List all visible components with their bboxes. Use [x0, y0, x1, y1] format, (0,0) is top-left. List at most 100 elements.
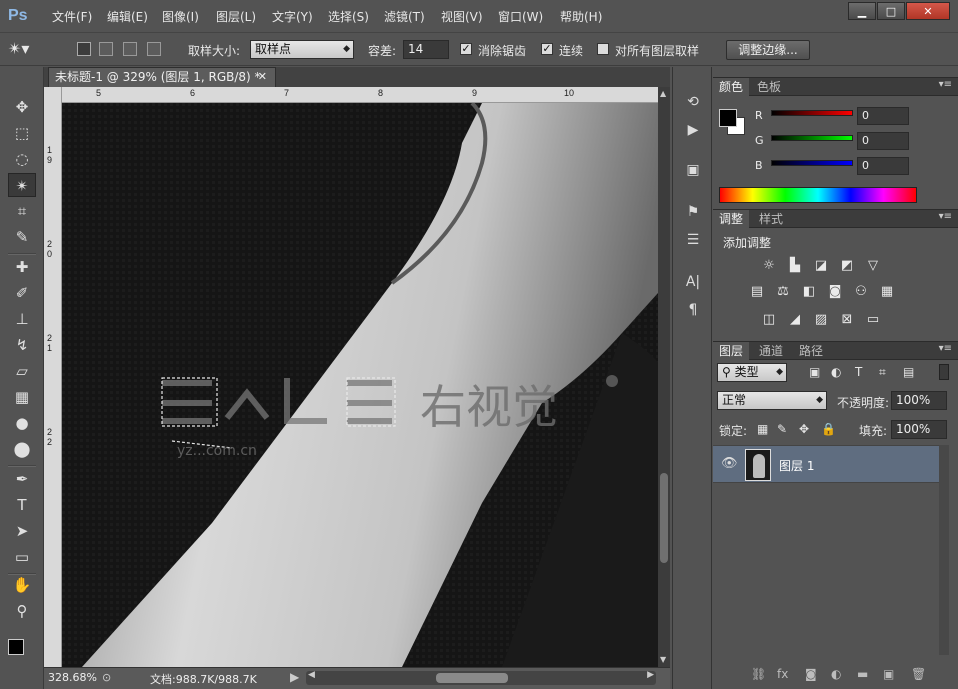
move-tool-icon[interactable]: ✥	[8, 95, 36, 119]
magic-wand-tool-icon[interactable]: ✴	[8, 173, 36, 197]
status-info-icon[interactable]: ⊙	[102, 671, 111, 684]
channel-b-slider[interactable]	[771, 160, 853, 166]
history-brush-tool-icon[interactable]: ↯	[8, 333, 36, 357]
menu-edit[interactable]: 编辑(E)	[107, 8, 148, 25]
gradient-map-icon[interactable]: ▭	[863, 311, 883, 329]
actions-panel-icon[interactable]: ▶	[681, 119, 705, 141]
new-group-icon[interactable]: ▬	[857, 667, 868, 681]
filter-shape-icon[interactable]: ⌗	[879, 365, 886, 380]
minimize-button[interactable]: ▁	[848, 2, 876, 20]
subtract-selection-icon[interactable]	[123, 42, 137, 56]
intersect-selection-icon[interactable]	[147, 42, 161, 56]
properties-panel-icon[interactable]: ▣	[681, 159, 705, 181]
delete-layer-icon[interactable]: 🗑	[911, 667, 926, 681]
menu-file[interactable]: 文件(F)	[52, 8, 92, 25]
brush-settings-icon[interactable]: ☰	[681, 229, 705, 251]
eraser-tool-icon[interactable]: ▱	[8, 359, 36, 383]
panel-menu-icon[interactable]: ▾≡	[939, 343, 952, 354]
new-layer-icon[interactable]: ▣	[883, 667, 894, 681]
menu-type[interactable]: 文字(Y)	[272, 8, 313, 25]
opacity-input[interactable]: 100%	[891, 391, 947, 410]
lock-pixels-icon[interactable]: ✎	[777, 422, 787, 436]
scroll-left-icon[interactable]: ◀	[308, 670, 315, 680]
curves-icon[interactable]: ◪	[811, 257, 831, 275]
contiguous-checkbox[interactable]: ✓	[541, 43, 553, 55]
healing-brush-tool-icon[interactable]: ✚	[8, 255, 36, 279]
color-balance-icon[interactable]: ⚖	[773, 283, 793, 301]
status-menu-icon[interactable]: ▶	[290, 670, 299, 684]
new-selection-icon[interactable]	[77, 42, 91, 56]
layers-scrollbar[interactable]	[939, 445, 949, 655]
zoom-level[interactable]: 328.68%	[48, 671, 97, 684]
posterize-icon[interactable]: ◢	[785, 311, 805, 329]
blend-mode-select[interactable]: 正常 ◆	[717, 391, 827, 410]
channel-mixer-icon[interactable]: ⚇	[851, 283, 871, 301]
zoom-tool-icon[interactable]: ⚲	[8, 599, 36, 623]
paragraph-panel-icon[interactable]: ¶	[681, 299, 705, 321]
gradient-tool-icon[interactable]: ▦	[8, 385, 36, 409]
sample-size-select[interactable]: 取样点 ◆	[250, 40, 354, 59]
channel-r-input[interactable]: 0	[857, 107, 909, 125]
dodge-tool-icon[interactable]: ⬤	[8, 437, 36, 461]
eyedropper-tool-icon[interactable]: ✎	[8, 225, 36, 249]
menu-window[interactable]: 窗口(W)	[498, 8, 543, 25]
blur-tool-icon[interactable]: ●	[8, 411, 36, 435]
filter-smart-icon[interactable]: ▤	[903, 365, 914, 379]
history-panel-icon[interactable]: ⟲	[681, 91, 705, 113]
vibrance-icon[interactable]: ▽	[863, 257, 883, 275]
layer-filter-select[interactable]: ⚲ 类型 ◆	[717, 363, 787, 382]
marquee-tool-icon[interactable]: ⬚	[8, 121, 36, 145]
menu-filter[interactable]: 滤镜(T)	[384, 8, 425, 25]
document-tab[interactable]: 未标题-1 @ 329% (图层 1, RGB/8) * ✕	[48, 67, 276, 87]
type-tool-icon[interactable]: T	[8, 493, 36, 517]
vertical-scroll-thumb[interactable]	[660, 473, 668, 563]
magic-wand-preset-icon[interactable]: ✴▾	[8, 39, 29, 58]
color-foreground-swatch[interactable]	[719, 109, 737, 127]
filter-toggle[interactable]	[939, 364, 949, 380]
fill-input[interactable]: 100%	[891, 420, 947, 439]
clone-stamp-tool-icon[interactable]: ⊥	[8, 307, 36, 331]
adjustment-layer-icon[interactable]: ◐	[831, 667, 841, 681]
brush-tool-icon[interactable]: ✐	[8, 281, 36, 305]
invert-icon[interactable]: ◫	[759, 311, 779, 329]
menu-help[interactable]: 帮助(H)	[560, 8, 602, 25]
close-button[interactable]: ✕	[906, 2, 950, 20]
lock-transparency-icon[interactable]: ▦	[757, 422, 768, 436]
lock-all-icon[interactable]: 🔒	[821, 422, 836, 436]
add-selection-icon[interactable]	[99, 42, 113, 56]
horizontal-scrollbar[interactable]: ◀ ▶	[306, 670, 656, 685]
hue-saturation-icon[interactable]: ▤	[747, 283, 767, 301]
hand-tool-icon[interactable]: ✋	[8, 573, 36, 597]
menu-view[interactable]: 视图(V)	[441, 8, 483, 25]
exposure-icon[interactable]: ◩	[837, 257, 857, 275]
vertical-scrollbar[interactable]: ▲ ▼	[658, 87, 670, 667]
close-tab-icon[interactable]: ✕	[258, 68, 267, 86]
visibility-eye-icon[interactable]: 👁	[721, 456, 738, 471]
filter-type-icon[interactable]: T	[855, 365, 862, 379]
menu-select[interactable]: 选择(S)	[328, 8, 369, 25]
antialias-checkbox[interactable]: ✓	[460, 43, 472, 55]
layer-row[interactable]: 👁 图层 1	[713, 445, 939, 483]
scroll-right-icon[interactable]: ▶	[647, 670, 654, 680]
menu-layer[interactable]: 图层(L)	[216, 8, 256, 25]
maximize-button[interactable]: □	[877, 2, 905, 20]
channel-b-input[interactable]: 0	[857, 157, 909, 175]
channel-r-slider[interactable]	[771, 110, 853, 116]
lock-position-icon[interactable]: ✥	[799, 422, 809, 436]
selective-color-icon[interactable]: ⊠	[837, 311, 857, 329]
crop-tool-icon[interactable]: ⌗	[8, 199, 36, 223]
filter-adjustment-icon[interactable]: ◐	[831, 365, 841, 379]
tab-paths[interactable]: 路径	[793, 342, 829, 361]
tab-layers[interactable]: 图层	[713, 342, 750, 361]
character-panel-icon[interactable]: A|	[681, 271, 705, 293]
tab-color[interactable]: 颜色	[713, 78, 750, 97]
black-white-icon[interactable]: ◧	[799, 283, 819, 301]
tab-styles[interactable]: 样式	[753, 210, 789, 229]
channel-g-input[interactable]: 0	[857, 132, 909, 150]
link-layers-icon[interactable]: ⛓	[751, 667, 766, 681]
filter-pixel-icon[interactable]: ▣	[809, 365, 820, 379]
panel-menu-icon[interactable]: ▾≡	[939, 79, 952, 90]
scroll-up-icon[interactable]: ▲	[660, 89, 666, 98]
lasso-tool-icon[interactable]: ◌	[8, 147, 36, 171]
tab-channels[interactable]: 通道	[753, 342, 789, 361]
